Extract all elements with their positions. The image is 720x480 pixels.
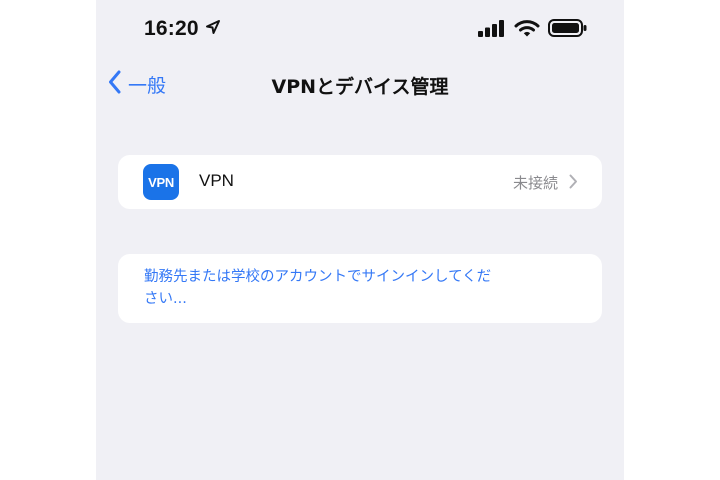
wifi-icon [514,19,540,42]
phone-screen: 16:20 一般 VPNとデバイス管理 VPN VPN 未接続 勤務先または学校… [96,0,624,480]
status-bar: 16:20 [96,0,624,56]
cellular-signal-icon [478,19,506,41]
vpn-app-icon: VPN [143,164,179,200]
battery-icon [548,18,588,42]
status-icons [478,18,588,42]
status-time: 16:20 [144,17,199,40]
page-title: VPNとデバイス管理 [271,76,449,98]
vpn-label: VPN [199,171,234,190]
navigation-bar: 一般 VPNとデバイス管理 [96,60,624,108]
vpn-status: 未接続 [512,174,558,192]
location-arrow-icon [205,19,221,39]
signin-link[interactable]: 勤務先または学校のアカウントでサインインしてください... [144,266,504,310]
vpn-row[interactable]: VPN VPN 未接続 [118,155,602,209]
status-time-group: 16:20 [144,17,221,41]
signin-row[interactable]: 勤務先または学校のアカウントでサインインしてください... [118,254,602,323]
chevron-right-icon [569,174,578,193]
